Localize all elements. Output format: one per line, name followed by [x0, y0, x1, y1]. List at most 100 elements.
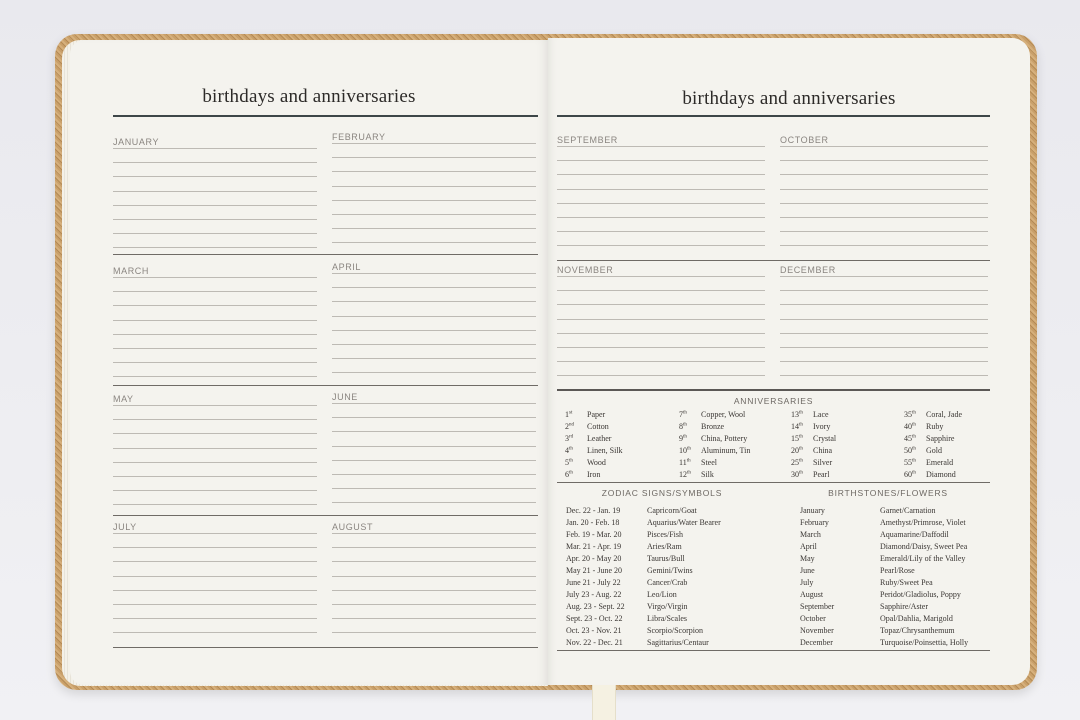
writing-line[interactable] — [332, 157, 536, 159]
writing-line[interactable] — [780, 290, 988, 292]
writing-line[interactable] — [113, 461, 317, 463]
writing-line[interactable] — [113, 362, 317, 364]
writing-line[interactable] — [332, 533, 536, 534]
writing-line[interactable] — [113, 348, 317, 349]
writing-line[interactable] — [557, 202, 765, 204]
writing-line[interactable] — [780, 188, 988, 190]
writing-line[interactable] — [113, 447, 317, 449]
writing-line[interactable] — [557, 231, 765, 233]
writing-line[interactable] — [780, 146, 988, 147]
writing-line[interactable] — [332, 547, 536, 549]
writing-line[interactable] — [780, 217, 988, 218]
writing-line[interactable] — [113, 291, 317, 293]
month-label: JANUARY — [113, 137, 160, 147]
writing-line[interactable] — [332, 185, 536, 187]
writing-line[interactable] — [780, 332, 988, 334]
writing-line[interactable] — [332, 199, 536, 201]
writing-line[interactable] — [557, 361, 765, 363]
writing-line[interactable] — [557, 304, 765, 306]
writing-line[interactable] — [113, 561, 317, 563]
writing-line[interactable] — [780, 160, 988, 162]
writing-line[interactable] — [332, 502, 536, 504]
writing-line[interactable] — [113, 162, 317, 164]
writing-line[interactable] — [332, 561, 536, 563]
writing-line[interactable] — [113, 148, 317, 149]
writing-line[interactable] — [557, 245, 765, 247]
writing-line[interactable] — [332, 143, 536, 144]
writing-line[interactable] — [557, 332, 765, 334]
writing-line[interactable] — [780, 318, 988, 320]
writing-line[interactable] — [332, 344, 536, 345]
birthstone-flower: Topaz/Chrysanthemum — [880, 626, 955, 635]
writing-line[interactable] — [113, 476, 317, 477]
writing-line[interactable] — [113, 247, 317, 249]
writing-line[interactable] — [780, 276, 988, 277]
writing-line[interactable] — [780, 174, 988, 176]
writing-line[interactable] — [332, 358, 536, 360]
writing-line[interactable] — [557, 347, 765, 348]
writing-line[interactable] — [332, 488, 536, 490]
writing-line[interactable] — [113, 305, 317, 307]
writing-line[interactable] — [557, 174, 765, 176]
writing-line[interactable] — [332, 575, 536, 577]
writing-line[interactable] — [557, 375, 765, 377]
writing-line[interactable] — [113, 405, 317, 406]
writing-line[interactable] — [113, 618, 317, 620]
writing-line[interactable] — [332, 301, 536, 303]
writing-line[interactable] — [113, 589, 317, 591]
writing-line[interactable] — [332, 242, 536, 244]
writing-line[interactable] — [557, 160, 765, 162]
writing-line[interactable] — [113, 504, 317, 506]
writing-line[interactable] — [557, 290, 765, 292]
writing-line[interactable] — [113, 219, 317, 220]
writing-line[interactable] — [332, 474, 536, 475]
writing-line[interactable] — [780, 245, 988, 247]
writing-line[interactable] — [113, 190, 317, 192]
writing-line[interactable] — [780, 375, 988, 377]
writing-line[interactable] — [113, 333, 317, 335]
writing-line[interactable] — [780, 202, 988, 204]
writing-line[interactable] — [557, 217, 765, 218]
writing-line[interactable] — [332, 417, 536, 419]
writing-line[interactable] — [780, 231, 988, 233]
writing-line[interactable] — [332, 431, 536, 433]
writing-line[interactable] — [332, 315, 536, 317]
writing-line[interactable] — [113, 176, 317, 178]
writing-line[interactable] — [332, 403, 536, 404]
writing-line[interactable] — [332, 632, 536, 634]
writing-line[interactable] — [557, 276, 765, 277]
writing-line[interactable] — [113, 204, 317, 206]
writing-line[interactable] — [332, 459, 536, 461]
writing-line[interactable] — [113, 376, 317, 378]
writing-line[interactable] — [113, 632, 317, 634]
writing-line[interactable] — [332, 228, 536, 230]
writing-line[interactable] — [332, 589, 536, 591]
writing-line[interactable] — [557, 318, 765, 320]
month-label: FEBRUARY — [332, 132, 386, 142]
writing-line[interactable] — [113, 575, 317, 577]
writing-line[interactable] — [557, 188, 765, 190]
writing-line[interactable] — [113, 533, 317, 534]
writing-line[interactable] — [780, 361, 988, 363]
writing-line[interactable] — [780, 347, 988, 348]
writing-line[interactable] — [332, 445, 536, 447]
writing-line[interactable] — [113, 547, 317, 549]
writing-line[interactable] — [113, 433, 317, 435]
writing-line[interactable] — [332, 604, 536, 605]
writing-line[interactable] — [113, 604, 317, 605]
writing-line[interactable] — [557, 146, 765, 147]
writing-line[interactable] — [332, 329, 536, 331]
writing-line[interactable] — [332, 287, 536, 289]
writing-line[interactable] — [113, 419, 317, 421]
writing-line[interactable] — [113, 490, 317, 492]
writing-line[interactable] — [780, 304, 988, 306]
writing-line[interactable] — [332, 273, 536, 274]
bookmark-ribbon[interactable] — [592, 685, 616, 720]
writing-line[interactable] — [113, 233, 317, 235]
writing-line[interactable] — [332, 214, 536, 215]
writing-line[interactable] — [332, 372, 536, 374]
writing-line[interactable] — [113, 319, 317, 321]
writing-line[interactable] — [113, 277, 317, 278]
writing-line[interactable] — [332, 171, 536, 173]
writing-line[interactable] — [332, 618, 536, 620]
